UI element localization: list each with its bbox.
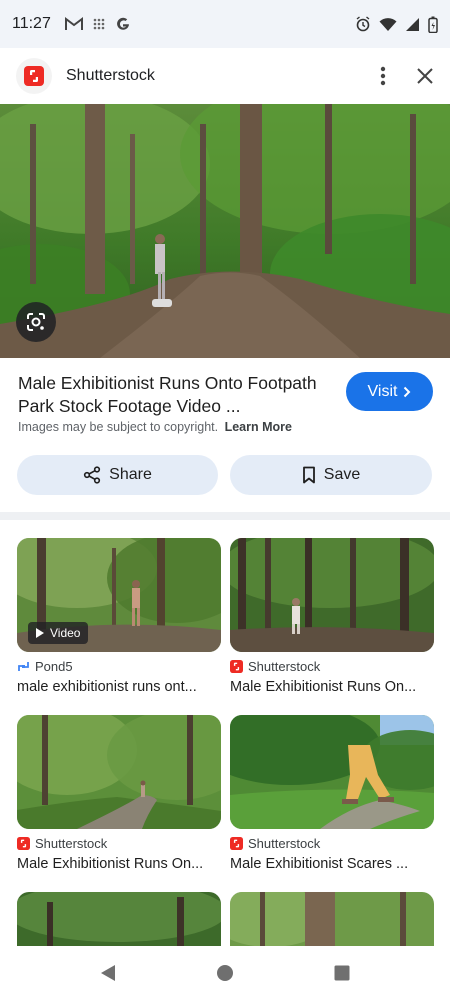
card-title[interactable]: male exhibitionist runs ont... — [17, 679, 212, 695]
shutterstock-icon — [17, 837, 30, 850]
video-badge-label: Video — [50, 626, 81, 640]
card-source: Pond5 — [17, 659, 221, 674]
wifi-icon — [379, 17, 397, 31]
lens-icon — [27, 313, 45, 331]
card-source-name: Shutterstock — [248, 836, 321, 851]
status-time: 11:27 — [12, 15, 51, 32]
card-source: Shutterstock — [230, 659, 434, 674]
card-source-name: Pond5 — [35, 659, 73, 674]
google-lens-button[interactable] — [16, 302, 56, 342]
card-title[interactable]: Male Exhibitionist Runs On... — [17, 856, 212, 872]
related-result-card[interactable]: Shutterstock Male Exhibitionist Runs On.… — [17, 715, 221, 872]
gmail-icon — [64, 17, 83, 30]
related-result-card[interactable] — [230, 892, 434, 946]
visit-button[interactable]: Visit — [346, 372, 433, 411]
card-title[interactable]: Male Exhibitionist Runs On... — [230, 679, 425, 695]
status-system-icons — [355, 16, 438, 33]
related-thumbnail[interactable] — [230, 715, 434, 829]
shutterstock-icon — [230, 660, 243, 673]
related-result-card[interactable]: Shutterstock Male Exhibitionist Scares .… — [230, 715, 434, 872]
card-source-name: Shutterstock — [248, 659, 321, 674]
related-result-card[interactable]: Video Pond5 male exhibitionist runs ont.… — [17, 538, 221, 695]
save-label: Save — [323, 466, 361, 483]
card-source: Shutterstock — [230, 836, 434, 851]
shutterstock-icon — [230, 837, 243, 850]
hero-image[interactable] — [0, 104, 450, 358]
battery-icon — [428, 16, 438, 33]
copyright-text: Images may be subject to copyright. — [18, 420, 219, 434]
pond5-icon — [18, 662, 29, 671]
related-result-card[interactable] — [17, 892, 221, 946]
card-source-name: Shutterstock — [35, 836, 108, 851]
related-thumbnail[interactable] — [17, 715, 221, 829]
system-nav-bar — [0, 946, 450, 1000]
related-thumbnail[interactable]: Video — [17, 538, 221, 652]
back-icon[interactable] — [100, 964, 116, 982]
visit-label: Visit — [367, 382, 398, 400]
alarm-icon — [356, 16, 370, 32]
more-vert-icon[interactable] — [380, 66, 386, 86]
bookmark-icon — [302, 466, 315, 484]
card-title[interactable]: Male Exhibitionist Scares ... — [230, 856, 425, 872]
chevron-right-icon — [404, 386, 411, 397]
copyright-notice: Images may be subject to copyright. Lear… — [18, 420, 292, 434]
shutterstock-logo — [16, 58, 52, 94]
related-result-card[interactable]: Shutterstock Male Exhibitionist Runs On.… — [230, 538, 434, 695]
learn-more-link[interactable]: Learn More — [225, 420, 292, 434]
status-bar: 11:27 — [0, 0, 450, 48]
legs-on-path-photo — [230, 715, 434, 829]
card-source: Shutterstock — [17, 836, 221, 851]
play-icon — [36, 628, 44, 638]
video-badge: Video — [28, 622, 89, 644]
related-thumbnail[interactable] — [230, 538, 434, 652]
share-button[interactable]: Share — [17, 455, 218, 495]
home-icon[interactable] — [216, 964, 234, 982]
forest-trail-photo — [230, 538, 434, 652]
google-g-icon — [116, 17, 129, 30]
park-path-photo — [17, 715, 221, 829]
related-thumbnail[interactable] — [17, 892, 221, 946]
section-divider — [0, 512, 450, 520]
result-title[interactable]: Male Exhibitionist Runs Onto Footpath Pa… — [18, 372, 338, 418]
tree-trunk-photo — [230, 892, 434, 946]
related-thumbnail[interactable] — [230, 892, 434, 946]
signal-icon — [406, 17, 419, 31]
grid-dots-icon — [93, 18, 105, 30]
save-button[interactable]: Save — [230, 455, 432, 495]
forest-path-photo — [0, 104, 450, 358]
share-icon — [84, 466, 101, 484]
status-notification-icons — [64, 16, 131, 32]
shutterstock-icon — [24, 66, 44, 86]
recents-icon[interactable] — [334, 965, 350, 981]
site-name: Shutterstock — [66, 67, 155, 84]
forest-photo — [17, 892, 221, 946]
result-info-panel: Male Exhibitionist Runs Onto Footpath Pa… — [0, 358, 450, 514]
close-icon[interactable] — [416, 67, 434, 85]
share-label: Share — [109, 466, 152, 483]
app-header: Shutterstock — [0, 48, 450, 104]
